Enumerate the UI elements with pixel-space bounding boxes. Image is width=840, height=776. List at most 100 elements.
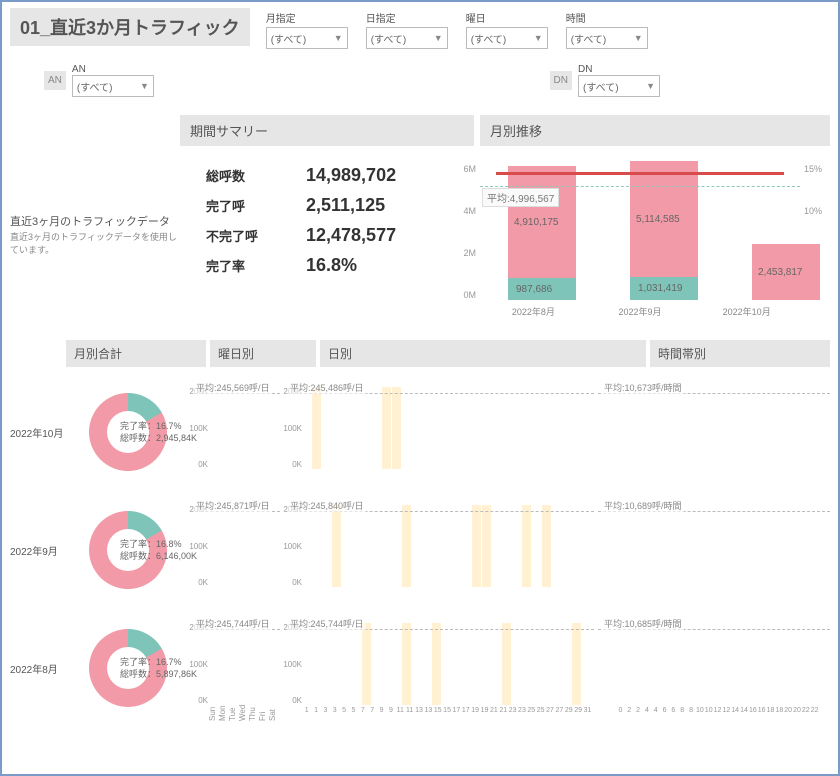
mini-y-axis: 200K100K0K [190, 505, 210, 587]
mini-y-axis: 200K100K0K [284, 505, 304, 587]
mini-avg-label: 平均:245,744呼/日 [194, 617, 272, 630]
header-daily: 日別 [320, 340, 646, 367]
mini-chart[interactable]: 平均:245,569呼/日200K100K0K [190, 379, 280, 485]
filter-an-label: AN [72, 64, 86, 75]
filter-hour-select[interactable]: (すべて)▼ [566, 27, 648, 49]
kpi-total-label: 総呼数 [180, 166, 306, 185]
mini-x-axis [616, 589, 828, 603]
chevron-down-icon: ▼ [434, 33, 443, 43]
filter-dn-label: DN [578, 64, 592, 75]
filter-month: 月指定 (すべて)▼ [266, 10, 348, 49]
mini-avg-label: 平均:245,871呼/日 [194, 499, 272, 512]
monthly-bar[interactable] [630, 161, 698, 300]
filter-month-label: 月指定 [266, 10, 348, 25]
donut-label: 完了率：16.7%総呼数：5,897,86K [120, 657, 197, 680]
mini-chart[interactable]: 平均:245,840呼/日200K100K0K [284, 497, 594, 603]
month-row-label: 2022年10月 [10, 425, 66, 440]
kpi-complete-label: 完了呼 [180, 196, 306, 215]
mini-y-axis: 200K100K0K [190, 623, 210, 705]
month-row-label: 2022年9月 [10, 543, 66, 558]
donut-label: 完了率：16.8%総呼数：6,146,00K [120, 539, 197, 562]
mini-y-axis: 200K100K0K [284, 623, 304, 705]
filter-day-select[interactable]: (すべて)▼ [366, 27, 448, 49]
mini-x-axis [302, 471, 592, 485]
monthly-y-axis: 6M4M2M0M [454, 164, 476, 300]
mini-chart[interactable]: 平均:10,689呼/時間 [598, 497, 830, 603]
mini-chart[interactable]: 平均:10,673呼/時間 [598, 379, 830, 485]
mini-avg-label: 平均:245,486呼/日 [288, 381, 366, 394]
header-monthly: 月別推移 [480, 115, 830, 146]
mini-chart[interactable]: 平均:245,744呼/日200K100K0K 11335577991111131… [284, 615, 594, 721]
monthly-x-axis: 2022年8月2022年9月2022年10月 [480, 305, 800, 318]
mini-avg-label: 平均:245,569呼/日 [194, 381, 272, 394]
mini-x-axis: 0224466881010121214141616181820202222 [616, 707, 828, 721]
mini-y-axis [598, 387, 618, 469]
mini-avg-label: 平均:245,840呼/日 [288, 499, 366, 512]
monthly-chart[interactable]: 6M4M2M0M 15%10%5%0% 平均:4,996,567 4,910,1… [454, 156, 830, 326]
donut-chart[interactable]: 完了率：16.7%総呼数：5,897,86K [66, 629, 190, 707]
chevron-down-icon: ▼ [140, 81, 149, 91]
kpi-rate-value: 16.8% [306, 255, 357, 276]
header-month-total: 月別合計 [66, 340, 206, 367]
chevron-down-icon: ▼ [334, 33, 343, 43]
description: 直近3ヶ月のトラフィックデータ 直近3ヶ月のトラフィックデータを使用しています。 [10, 156, 180, 326]
monthly-avg-line [480, 186, 800, 187]
mini-y-axis [598, 623, 618, 705]
monthly-avg-label: 平均:4,996,567 [482, 188, 559, 207]
filter-dn-badge: DN [550, 71, 572, 90]
mini-avg-label: 平均:10,689呼/時間 [602, 499, 684, 512]
mini-x-axis [302, 589, 592, 603]
mini-y-axis: 200K100K0K [190, 387, 210, 469]
month-row: 2022年8月完了率：16.7%総呼数：5,897,86K平均:245,744呼… [10, 609, 830, 727]
monthly-bar-label: 1,031,419 [638, 283, 683, 294]
mini-y-axis: 200K100K0K [284, 387, 304, 469]
filter-dow-select[interactable]: (すべて)▼ [466, 27, 548, 49]
month-row: 2022年9月完了率：16.8%総呼数：6,146,00K平均:245,871呼… [10, 491, 830, 609]
dashboard-frame: 01_直近3か月トラフィック 月指定 (すべて)▼ 日指定 (すべて)▼ 曜日 … [0, 0, 840, 776]
chevron-down-icon: ▼ [534, 33, 543, 43]
monthly-bar-label: 2,453,817 [758, 267, 803, 278]
filter-dn-select[interactable]: (すべて)▼ [578, 75, 660, 97]
mini-y-axis [598, 505, 618, 587]
mini-x-axis: SunMonTueWedThuFriSat [208, 707, 278, 721]
kpi-total-value: 14,989,702 [306, 165, 396, 186]
chevron-down-icon: ▼ [634, 33, 643, 43]
kpi-incomplete-value: 12,478,577 [306, 225, 396, 246]
monthly-red-line [496, 172, 784, 175]
header-hourly: 時間帯別 [650, 340, 830, 367]
mini-x-axis [616, 471, 828, 485]
filter-day-label: 日指定 [366, 10, 448, 25]
header-dow: 曜日別 [210, 340, 316, 367]
filter-hour-label: 時間 [566, 10, 648, 25]
mini-chart[interactable]: 平均:245,486呼/日200K100K0K [284, 379, 594, 485]
monthly-bar-label: 987,686 [516, 284, 552, 295]
kpi-rate-label: 完了率 [180, 256, 306, 275]
kpi-incomplete-label: 不完了呼 [180, 226, 306, 245]
page-title: 01_直近3か月トラフィック [10, 8, 250, 46]
mini-avg-label: 平均:245,744呼/日 [288, 617, 366, 630]
month-row: 2022年10月完了率：16.7%総呼数：2,945,84K平均:245,569… [10, 373, 830, 491]
mini-x-axis: 1133557799111113131515171719192121232325… [302, 707, 592, 721]
monthly-bar-label: 5,114,585 [636, 214, 680, 225]
filter-dow-label: 曜日 [466, 10, 548, 25]
donut-chart[interactable]: 完了率：16.7%総呼数：2,945,84K [66, 393, 190, 471]
header-summary: 期間サマリー [180, 115, 474, 146]
mini-chart[interactable]: 平均:10,685呼/時間 02244668810101212141416161… [598, 615, 830, 721]
chevron-down-icon: ▼ [646, 81, 655, 91]
mini-chart[interactable]: 平均:245,871呼/日200K100K0K [190, 497, 280, 603]
filter-an-select[interactable]: (すべて)▼ [72, 75, 154, 97]
donut-chart[interactable]: 完了率：16.8%総呼数：6,146,00K [66, 511, 190, 589]
monthly-bar-label: 4,910,175 [514, 217, 559, 228]
mini-x-axis [208, 589, 278, 603]
filter-an-badge: AN [44, 71, 66, 90]
donut-label: 完了率：16.7%総呼数：2,945,84K [120, 421, 197, 444]
filter-day: 日指定 (すべて)▼ [366, 10, 448, 49]
mini-x-axis [208, 471, 278, 485]
mini-avg-label: 平均:10,673呼/時間 [602, 381, 684, 394]
filter-month-select[interactable]: (すべて)▼ [266, 27, 348, 49]
kpi-complete-value: 2,511,125 [306, 195, 385, 216]
mini-chart[interactable]: 平均:245,744呼/日200K100K0K SunMonTueWedThuFr… [190, 615, 280, 721]
filter-hour: 時間 (すべて)▼ [566, 10, 648, 49]
month-row-label: 2022年8月 [10, 661, 66, 676]
filter-dow: 曜日 (すべて)▼ [466, 10, 548, 49]
